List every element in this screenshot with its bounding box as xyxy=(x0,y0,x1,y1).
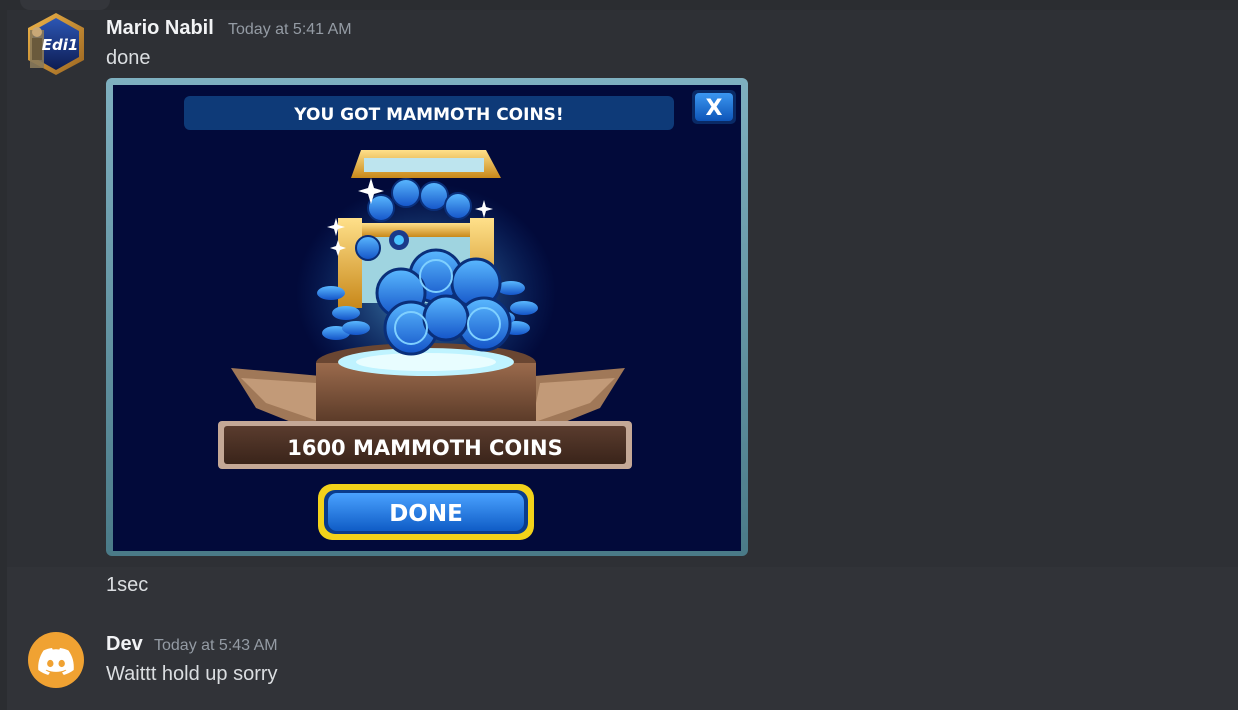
timestamp[interactable]: Today at 5:43 AM xyxy=(154,637,278,655)
close-label: X xyxy=(706,96,723,121)
hexagon-guild-avatar-icon: Edi1 xyxy=(28,13,84,75)
close-icon: X xyxy=(692,90,736,124)
image-attachment[interactable]: YOU GOT MAMMOTH COINS! X 1600 MAMMOTH CO… xyxy=(106,78,748,556)
timestamp[interactable]: Today at 5:41 AM xyxy=(228,21,352,39)
message-text-continuation: 1sec xyxy=(106,574,149,596)
popup-title: YOU GOT MAMMOTH COINS! xyxy=(293,105,563,125)
username[interactable]: Dev xyxy=(106,633,143,656)
channel-edge xyxy=(0,0,7,710)
message-text: Waittt hold up sorry xyxy=(106,663,278,685)
avatar[interactable] xyxy=(28,632,84,688)
discord-logo-icon xyxy=(38,648,74,675)
reward-label: 1600 MAMMOTH COINS xyxy=(287,436,563,460)
message-text: done xyxy=(106,47,151,69)
avatar[interactable]: Edi1 xyxy=(24,12,88,76)
avatar-text: Edi1 xyxy=(42,36,79,54)
previous-message-edge xyxy=(0,0,1238,10)
done-label: DONE xyxy=(389,501,463,527)
game-reward-popup-illustration: YOU GOT MAMMOTH COINS! X 1600 MAMMOTH CO… xyxy=(106,78,748,556)
username[interactable]: Mario Nabil xyxy=(106,17,214,40)
